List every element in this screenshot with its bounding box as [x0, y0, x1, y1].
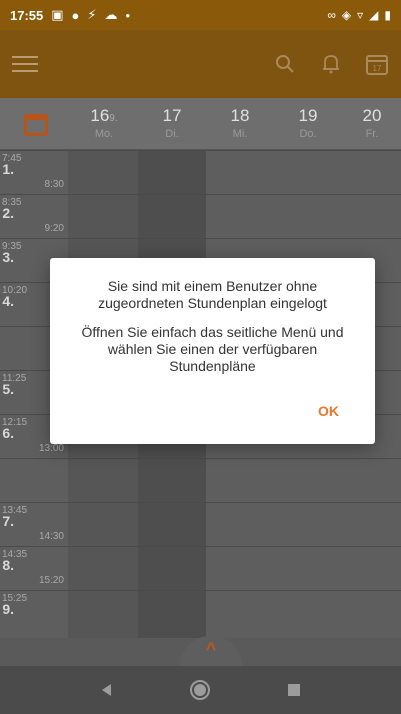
recents-icon[interactable] — [282, 678, 306, 702]
period-label — [0, 459, 66, 503]
back-icon[interactable] — [95, 678, 119, 702]
period-label: 13:45 7. 14:30 — [0, 503, 66, 547]
signal-icon: ◢ — [369, 8, 379, 22]
link-icon: ∞ — [327, 8, 336, 22]
day-column-header[interactable]: 19 Do. — [274, 106, 342, 140]
day-number: 19 — [298, 106, 318, 125]
expand-panel-button[interactable]: ^ — [180, 636, 242, 666]
vibrate-icon: ◈ — [341, 8, 352, 22]
record-notification-icon: ● — [71, 7, 80, 23]
period-number: 3. — [2, 249, 14, 265]
period-number: 4. — [2, 293, 14, 309]
day-name: Mo. — [94, 128, 114, 140]
period-number: 7. — [2, 513, 14, 529]
timetable-row[interactable]: 13:45 7. 14:30 — [0, 502, 401, 546]
no-timetable-dialog: Sie sind mit einem Benutzer ohne zugeord… — [50, 258, 375, 444]
period-label: 8:35 2. 9:20 — [0, 195, 66, 239]
status-notification-icons: ▣ ● ⚡ ☁ • — [51, 7, 130, 23]
calendar-badge-text: 17 — [373, 64, 382, 73]
chevron-up-icon: ^ — [205, 639, 217, 659]
period-label: 7:45 1. 8:30 — [0, 151, 66, 195]
day-header: 169. Mo. 17 Di. 18 Mi. 19 Do. 20 Fr. — [0, 98, 401, 150]
day-month: 9. — [109, 113, 118, 124]
day-column-header[interactable]: 18 Mi. — [206, 106, 274, 140]
battery-icon: ▮ — [384, 8, 391, 22]
navigation-bar — [0, 666, 401, 714]
day-number: 18 — [230, 106, 250, 125]
timetable-row[interactable]: 7:45 1. 8:30 — [0, 150, 401, 194]
timetable-row[interactable] — [0, 458, 401, 502]
day-number: 16 — [90, 106, 110, 125]
status-system-icons: ∞ ◈ ▿ ◢ ▮ — [327, 8, 391, 22]
ok-button[interactable]: OK — [318, 403, 339, 420]
cloud-notification-icon: ☁ — [104, 7, 118, 22]
period-end-time: 15:20 — [38, 575, 64, 586]
day-column-header[interactable]: 17 Di. — [138, 106, 206, 140]
period-number: 8. — [2, 557, 14, 573]
calendar-icon[interactable] — [24, 114, 48, 136]
period-number: 6. — [2, 425, 14, 441]
timetable-row[interactable]: 14:35 8. 15:20 — [0, 546, 401, 590]
period-number: 1. — [2, 161, 14, 177]
period-label: 14:35 8. 15:20 — [0, 547, 66, 591]
timetable-row[interactable]: 15:25 9. — [0, 590, 401, 634]
period-end-time: 13:00 — [38, 443, 64, 454]
search-icon[interactable] — [273, 52, 297, 76]
bell-icon[interactable] — [319, 52, 343, 76]
day-name: Mi. — [232, 128, 248, 140]
period-number: 2. — [2, 205, 14, 221]
image-notification-icon: ▣ — [51, 7, 64, 22]
status-bar: 17:55 ▣ ● ⚡ ☁ • ∞ ◈ ▿ ◢ ▮ — [0, 0, 401, 30]
period-number: 5. — [2, 381, 14, 397]
timetable-row[interactable]: 8:35 2. 9:20 — [0, 194, 401, 238]
period-label: 15:25 9. — [0, 591, 66, 635]
dialog-message-secondary: Öffnen Sie einfach das seitliche Menü un… — [81, 324, 344, 374]
period-end-time: 9:20 — [44, 223, 64, 234]
period-end-time: 14:30 — [38, 531, 64, 542]
day-name: Fr. — [365, 128, 379, 140]
period-end-time: 8:30 — [44, 179, 64, 190]
day-column-header[interactable]: 20 Fr. — [338, 106, 401, 140]
wifi-icon: ▿ — [357, 8, 364, 22]
calendar-today-icon[interactable]: 17 — [365, 52, 389, 76]
home-icon[interactable] — [188, 678, 212, 702]
day-number: 17 — [162, 106, 182, 125]
flash-notification-icon: ⚡ — [87, 7, 97, 22]
dialog-message-primary: Sie sind mit einem Benutzer ohne zugeord… — [98, 278, 327, 311]
day-column-header[interactable]: 169. Mo. — [70, 106, 138, 140]
day-number: 20 — [362, 106, 382, 125]
app-bar: 17 — [0, 30, 401, 98]
hamburger-menu-icon[interactable] — [12, 54, 38, 74]
dot-notification-icon: • — [125, 7, 131, 23]
day-name: Do. — [299, 128, 317, 140]
period-number: 9. — [2, 601, 14, 617]
day-name: Di. — [165, 128, 179, 140]
status-time: 17:55 — [10, 7, 44, 23]
